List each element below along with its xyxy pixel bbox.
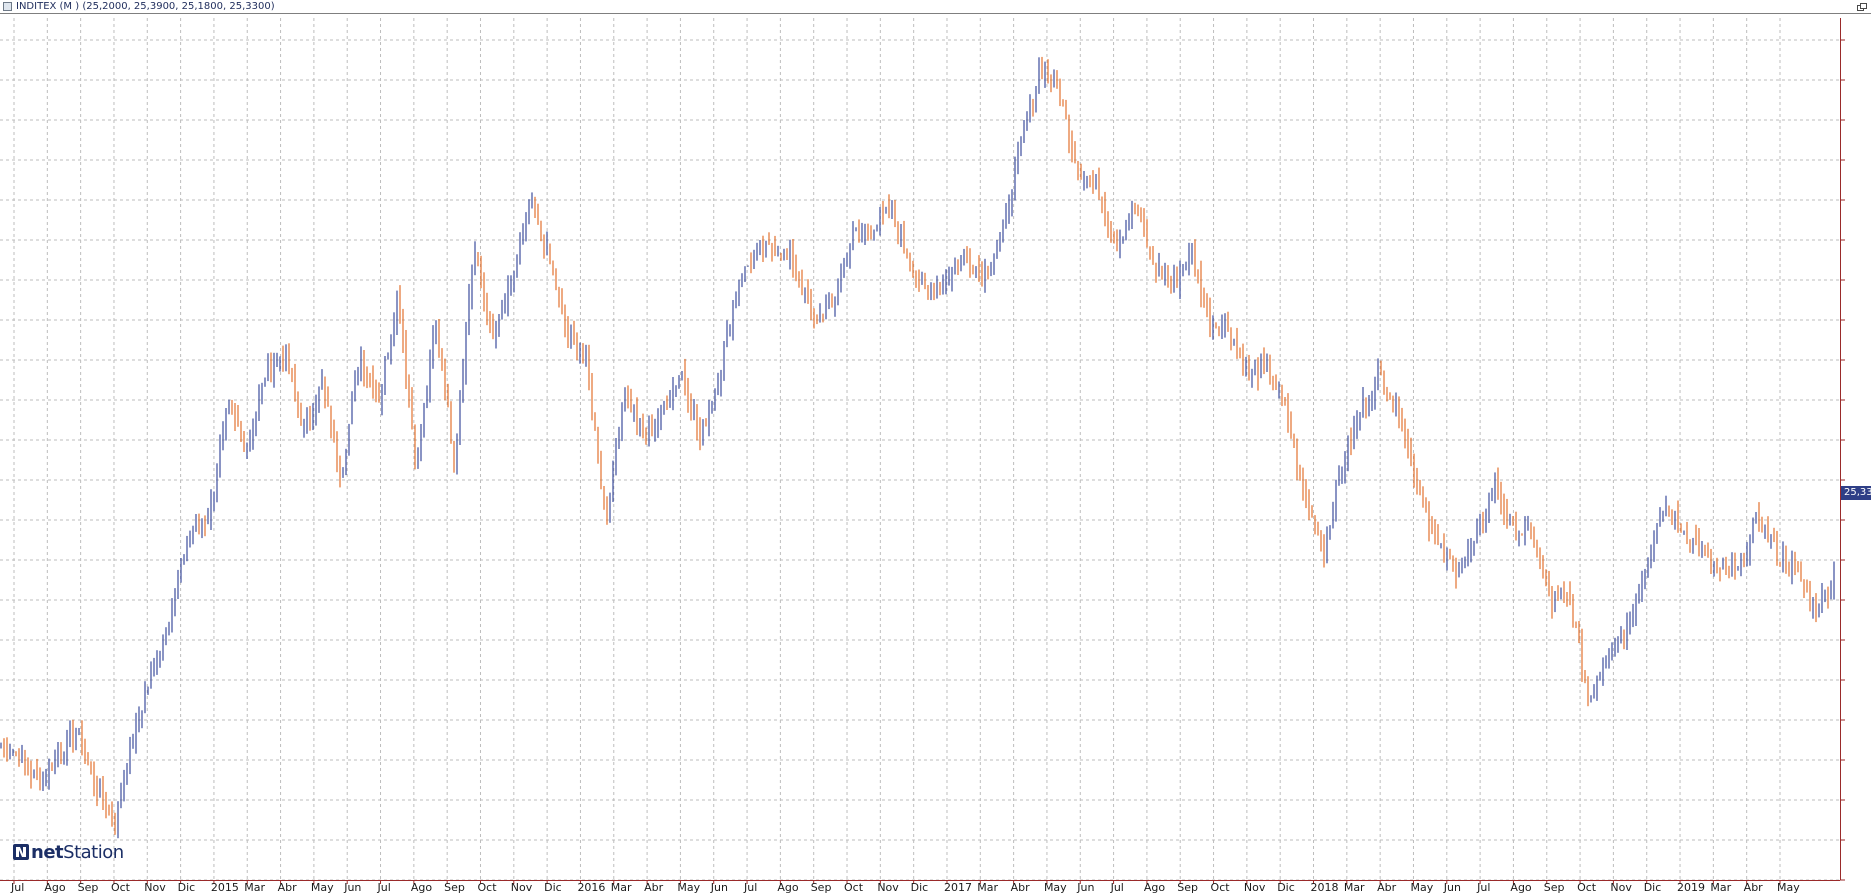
x-tick-label: Oct xyxy=(111,881,131,894)
window-restore-icon[interactable] xyxy=(1857,3,1867,11)
x-tick-label: Ago xyxy=(777,881,799,894)
price-series xyxy=(0,56,1835,839)
x-tick-label: Jul xyxy=(1110,881,1124,894)
x-tick-label: Abr xyxy=(1744,881,1764,894)
x-tick-label: 2017 xyxy=(944,881,972,894)
x-tick-label: Ago xyxy=(1510,881,1532,894)
x-tick-label: 2018 xyxy=(1311,881,1339,894)
x-tick-label: Dic xyxy=(178,881,196,894)
x-tick-label: Jun xyxy=(1076,881,1094,894)
x-tick-label: Abr xyxy=(278,881,298,894)
x-axis-labels: Jul Ago Sep Oct Nov Dic 2015 Mar Abr May Jun Jul Ago… xyxy=(10,881,1800,894)
x-tick-label: Abr xyxy=(1011,881,1031,894)
brand-name: netStation xyxy=(31,842,124,863)
x-tick-label: Oct xyxy=(844,881,864,894)
x-tick-label: Oct xyxy=(1211,881,1231,894)
x-tick-label: May xyxy=(1044,881,1067,894)
x-tick-label: Nov xyxy=(511,881,533,894)
price-chart[interactable]: Jul Ago Sep Oct Nov Dic 2015 Mar Abr May Jun Jul Ago… xyxy=(0,14,1871,894)
x-tick-label: Nov xyxy=(1610,881,1632,894)
chart-grid xyxy=(0,18,1840,881)
last-price-tag: 25,33 xyxy=(1841,486,1871,500)
x-tick-label: Oct xyxy=(477,881,497,894)
x-tick-label: Jun xyxy=(710,881,728,894)
x-tick-label: Abr xyxy=(1377,881,1397,894)
x-tick-label: Jun xyxy=(343,881,361,894)
chart-window-icon[interactable] xyxy=(3,2,12,11)
x-tick-label: Dic xyxy=(1277,881,1295,894)
x-tick-label: Ago xyxy=(44,881,66,894)
x-tick-label: May xyxy=(1410,881,1433,894)
x-tick-label: Nov xyxy=(144,881,166,894)
x-tick-label: 2019 xyxy=(1677,881,1705,894)
x-tick-label: May xyxy=(1777,881,1800,894)
x-tick-label: Jun xyxy=(1443,881,1461,894)
x-tick-label: Mar xyxy=(977,881,998,894)
x-tick-label: 2015 xyxy=(211,881,239,894)
x-tick-label: May xyxy=(677,881,700,894)
x-tick-label: Jul xyxy=(1476,881,1490,894)
x-tick-label: Ago xyxy=(1144,881,1166,894)
x-tick-label: Nov xyxy=(1244,881,1266,894)
chart-axes xyxy=(0,18,1845,884)
x-tick-label: Mar xyxy=(244,881,265,894)
x-tick-label: Sep xyxy=(444,881,465,894)
x-tick-label: 2016 xyxy=(577,881,605,894)
x-tick-label: Ago xyxy=(411,881,433,894)
brand-net-text: net xyxy=(31,842,64,863)
x-tick-label: Sep xyxy=(1177,881,1198,894)
brand-station-text: Station xyxy=(63,842,124,863)
chart-title: INDITEX (M ) (25,2000, 25,3900, 25,1800,… xyxy=(16,1,275,12)
chart-title-bar: INDITEX (M ) (25,2000, 25,3900, 25,1800,… xyxy=(0,0,1871,14)
x-tick-label: Dic xyxy=(1644,881,1662,894)
x-tick-label: Jul xyxy=(743,881,757,894)
x-tick-label: Sep xyxy=(78,881,99,894)
x-tick-label: May xyxy=(311,881,334,894)
x-tick-label: Mar xyxy=(611,881,632,894)
x-tick-label: Abr xyxy=(644,881,664,894)
x-tick-label: Dic xyxy=(911,881,929,894)
x-tick-label: Mar xyxy=(1710,881,1731,894)
x-tick-label: Sep xyxy=(811,881,832,894)
x-tick-label: Mar xyxy=(1344,881,1365,894)
x-tick-label: Dic xyxy=(544,881,562,894)
x-tick-label: Jul xyxy=(377,881,391,894)
x-tick-label: Oct xyxy=(1577,881,1597,894)
x-tick-label: Jul xyxy=(10,881,24,894)
netstation-logo-icon xyxy=(13,844,29,860)
x-tick-label: Nov xyxy=(877,881,899,894)
x-tick-label: Sep xyxy=(1544,881,1565,894)
